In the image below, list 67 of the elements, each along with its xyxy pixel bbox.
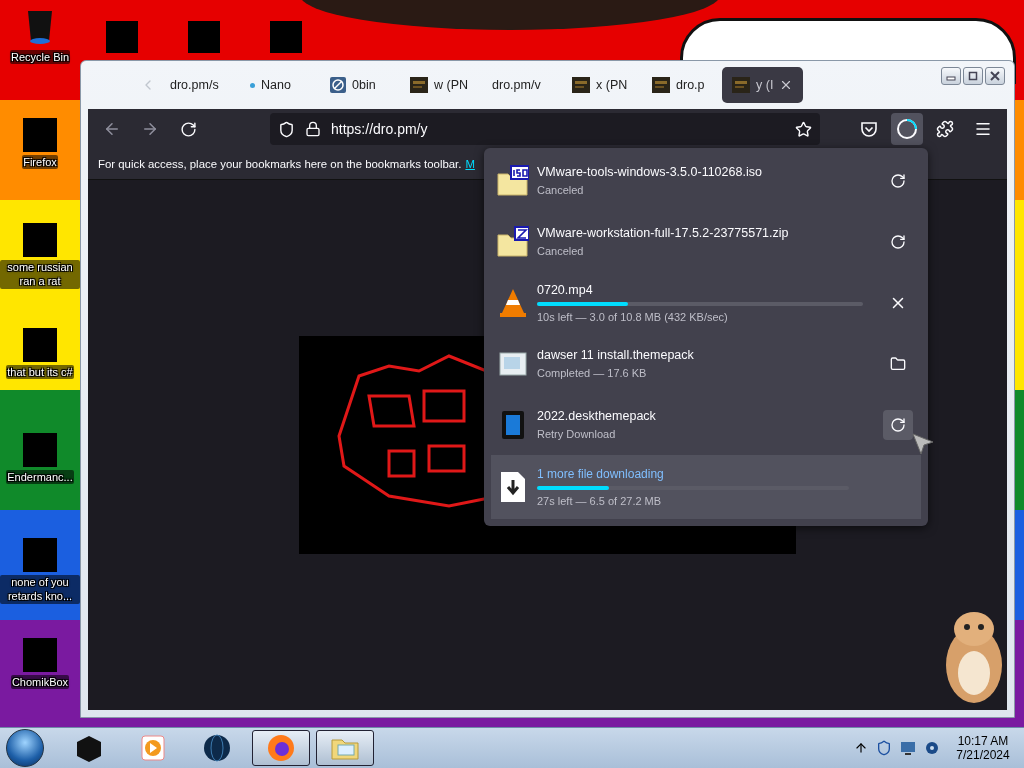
downloads-button[interactable] [891, 113, 923, 145]
mouse-cursor [911, 432, 935, 456]
icon-label: none of you retards kno... [0, 575, 80, 604]
maximize-icon [968, 71, 978, 81]
monitor-icon[interactable] [900, 740, 916, 756]
browser-tab[interactable]: dro.pm/s [160, 67, 236, 103]
browser-tab[interactable]: dro.p [642, 67, 719, 103]
globe-icon [201, 732, 233, 764]
bookmarks-link[interactable]: M [465, 158, 475, 170]
browser-tab[interactable]: dro.pm/v [482, 67, 559, 103]
taskbar-app-button[interactable] [252, 730, 310, 766]
retry-icon [890, 172, 906, 189]
download-status: Canceled [537, 245, 585, 257]
browser-tab[interactable]: 0bin [320, 67, 396, 103]
file-name: 2022.deskthemepack [537, 409, 657, 423]
icon-label: some russian ran a rat [0, 260, 80, 289]
forward-icon [141, 120, 159, 138]
start-button[interactable] [6, 729, 44, 767]
folder-icon [890, 355, 906, 372]
browser-tab[interactable]: y (I [722, 67, 804, 103]
more-files-link[interactable]: 1 more file downloading [537, 467, 913, 481]
retry-icon [890, 233, 906, 250]
tray-expand-icon[interactable] [854, 741, 868, 755]
archive-file-icon [497, 225, 529, 258]
shield-icon [278, 120, 295, 138]
lock-icon [305, 121, 321, 137]
taskbar-app-button[interactable] [316, 730, 374, 766]
browser-tab[interactable]: Nano [240, 67, 316, 103]
maximize-button[interactable] [963, 67, 983, 85]
file-name: VMware-tools-windows-3.5.0-110268.iso [537, 165, 763, 179]
downloading-summary[interactable]: 1 more file downloading 27s left — 6.5 of 27.2 MB [491, 455, 921, 519]
download-status: 27s left — 6.5 of 27.2 MB [537, 495, 663, 507]
close-icon [990, 71, 1000, 81]
file-name: 0720.mp4 [537, 282, 594, 297]
browser-tab[interactable]: w (PN [400, 67, 479, 103]
disc-file-icon [497, 164, 529, 197]
thumbnail-icon [572, 77, 591, 93]
download-status: Completed — 17.6 KB [537, 367, 648, 379]
menu-icon [974, 120, 992, 138]
download-progress-icon [896, 118, 918, 140]
puzzle-icon [936, 120, 954, 138]
shield-icon[interactable] [876, 740, 892, 756]
pocket-icon [860, 120, 878, 138]
thumbnail-icon [652, 77, 671, 93]
download-file-icon [499, 471, 527, 503]
dot-icon [250, 82, 255, 88]
speaker-icon[interactable] [924, 740, 940, 756]
download-action-button[interactable] [883, 409, 913, 440]
reload-icon [179, 120, 197, 138]
bookmark-star-icon[interactable] [795, 120, 812, 138]
download-status: Canceled [537, 184, 585, 196]
retry-icon [890, 416, 906, 433]
browser-tab[interactable]: x (PN [562, 67, 639, 103]
download-status: Retry Download [537, 428, 617, 440]
close-button[interactable] [985, 67, 1005, 85]
file-name: dawser 11 install.themepack [537, 348, 695, 362]
address-bar[interactable]: https://dro.pm/y [270, 113, 820, 145]
file-name: VMware-workstation-full-17.5.2-23775571.zip [537, 226, 790, 240]
thumbnail-icon [732, 77, 751, 93]
bookmarks-hint: For quick access, place your bookmarks here on the bookmarks toolbar. [98, 158, 462, 170]
clock-date: 7/21/2024 [956, 748, 1010, 762]
slashed-circle-icon [330, 77, 346, 93]
thumbnail-icon [410, 77, 428, 93]
back-icon [103, 120, 121, 138]
clock-time: 10:17 AM [957, 734, 1009, 748]
download-status: 10s left — 3.0 of 10.8 MB (432 KB/sec) [537, 310, 729, 323]
firefox-icon [265, 732, 297, 764]
